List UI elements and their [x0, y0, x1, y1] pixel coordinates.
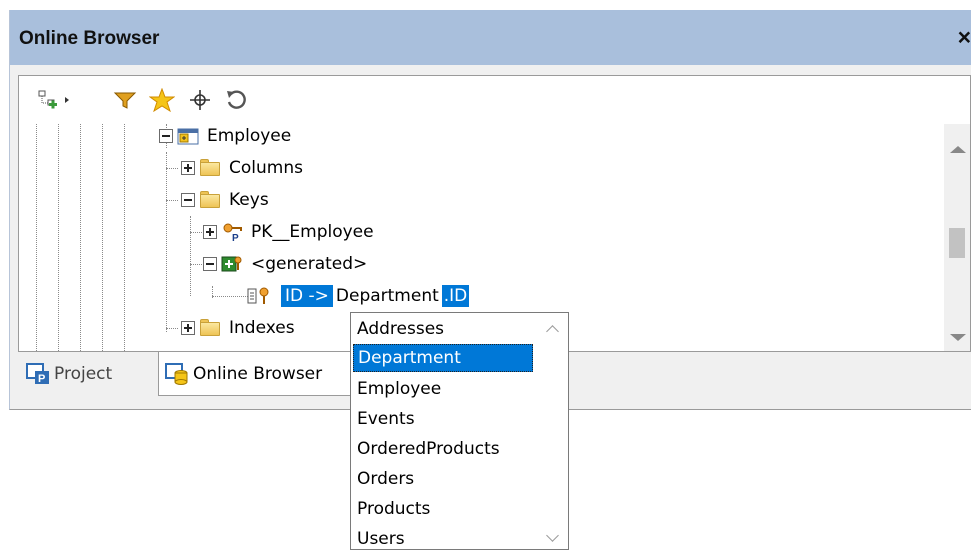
- dropdown-item-selected[interactable]: Department: [353, 344, 533, 372]
- tab-label: Online Browser: [193, 363, 323, 384]
- tree-label: Columns: [229, 158, 303, 178]
- folder-icon: [199, 190, 221, 210]
- scroll-up-icon[interactable]: [950, 146, 966, 153]
- tree-node-keys[interactable]: Keys: [181, 185, 269, 215]
- dropdown-item[interactable]: Products: [353, 495, 533, 523]
- tree-label: <generated>: [251, 254, 368, 274]
- expand-icon[interactable]: [203, 225, 217, 239]
- expand-icon[interactable]: [181, 321, 195, 335]
- folder-icon: [199, 318, 221, 338]
- vertical-scrollbar[interactable]: [944, 124, 970, 351]
- fk-source-text[interactable]: ID ->: [281, 285, 333, 307]
- tree-label: Indexes: [229, 318, 295, 338]
- tree-node-employee[interactable]: Employee: [159, 124, 291, 151]
- dropdown-item[interactable]: Employee: [353, 375, 533, 403]
- close-icon[interactable]: ×: [958, 24, 971, 51]
- filter-button[interactable]: [111, 86, 139, 114]
- expand-icon[interactable]: [181, 161, 195, 175]
- panel-titlebar: Online Browser ×: [10, 10, 971, 65]
- collapse-icon[interactable]: [181, 193, 195, 207]
- favorites-star-icon: [149, 88, 175, 112]
- dropdown-item[interactable]: Events: [353, 405, 533, 433]
- tree-label: PK__Employee: [251, 222, 374, 242]
- collapse-icon[interactable]: [203, 257, 217, 271]
- toolbar: [18, 75, 971, 124]
- svg-text:P: P: [232, 233, 239, 242]
- tree-label: Keys: [229, 190, 269, 210]
- foreign-key-icon: [221, 254, 243, 274]
- refresh-button[interactable]: [222, 86, 250, 114]
- filter-icon: [113, 92, 137, 109]
- scroll-thumb[interactable]: [949, 228, 965, 258]
- fk-target-column-text[interactable]: .ID: [441, 285, 470, 307]
- add-object-icon: [38, 90, 69, 109]
- locate-crosshair-icon: [190, 90, 210, 110]
- folder-icon: [199, 158, 221, 178]
- add-object-button[interactable]: [35, 86, 75, 114]
- fk-target-text[interactable]: Department: [333, 285, 442, 307]
- tree-node-columns[interactable]: Columns: [181, 153, 303, 183]
- scroll-down-icon[interactable]: [950, 334, 966, 341]
- svg-text:P: P: [38, 373, 45, 385]
- tree-node-indexes[interactable]: Indexes: [181, 313, 295, 343]
- table-dropdown-list[interactable]: Addresses Department Employee Events Ord…: [350, 312, 569, 550]
- tree-node-primary-key[interactable]: P PK__Employee: [203, 217, 374, 247]
- dropdown-item[interactable]: OrderedProducts: [353, 435, 533, 463]
- favorites-button[interactable]: [147, 86, 177, 114]
- dropdown-item[interactable]: Users: [353, 525, 533, 549]
- tree-label: Employee: [207, 126, 292, 146]
- table-icon: [177, 126, 199, 146]
- tree-node-fk-column[interactable]: ID -> Department .ID: [247, 281, 470, 311]
- tab-online-browser[interactable]: Online Browser: [158, 352, 368, 396]
- chevron-up-icon[interactable]: [546, 325, 559, 338]
- primary-key-icon: P: [221, 222, 243, 244]
- refresh-icon: [227, 90, 246, 109]
- tab-label: Project: [54, 364, 113, 384]
- project-icon: P: [26, 363, 50, 385]
- dropdown-item[interactable]: Orders: [353, 465, 533, 493]
- chevron-down-icon[interactable]: [546, 529, 559, 542]
- tab-project[interactable]: P Project: [18, 352, 158, 396]
- panel-title: Online Browser: [19, 28, 160, 49]
- dropdown-scrollbar[interactable]: [538, 313, 568, 549]
- locate-button[interactable]: [186, 86, 214, 114]
- online-browser-icon: [165, 362, 189, 385]
- key-column-icon: [247, 286, 273, 306]
- tree-node-generated[interactable]: <generated>: [203, 249, 367, 279]
- collapse-icon[interactable]: [159, 129, 173, 143]
- dropdown-item[interactable]: Addresses: [353, 315, 533, 343]
